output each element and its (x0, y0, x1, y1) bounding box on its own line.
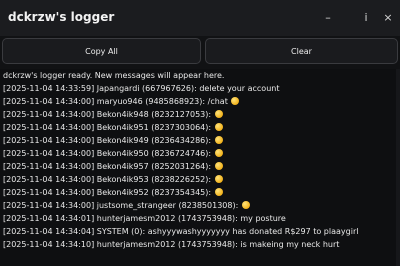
log-line: [2025-11-04 14:34:00] justsome_strangeer… (3, 200, 250, 211)
smiley-emoji-icon (241, 201, 250, 209)
log-line: [2025-11-04 14:34:00] Bekon4ik950 (82367… (3, 148, 223, 159)
copy-all-button[interactable]: Copy All (2, 38, 201, 64)
title-bar: dckrzw's logger – i × (0, 0, 400, 36)
log-line: [2025-11-04 14:34:10] hunterjamesm2012 (… (3, 240, 340, 249)
log-line: [2025-11-04 14:34:00] Bekon4ik957 (82520… (3, 161, 223, 172)
minimize-icon[interactable]: – (318, 9, 338, 27)
log-line: [2025-11-04 14:34:00] maryuo946 (9485868… (3, 96, 240, 107)
log-line: [2025-11-04 14:34:00] Bekon4ik951 (82373… (3, 122, 223, 133)
log-line: [2025-11-04 14:34:00] Bekon4ik953 (82382… (3, 174, 223, 185)
smiley-emoji-icon (214, 162, 223, 170)
info-icon[interactable]: i (356, 9, 376, 27)
smiley-emoji-icon (214, 136, 223, 144)
log-line: [2025-11-04 14:34:04] SYSTEM (0): ashyyy… (3, 227, 359, 236)
log-line: [2025-11-04 14:33:59] Japangardi (667967… (3, 84, 280, 93)
log-line: [2025-11-04 14:34:00] Bekon4ik948 (82321… (3, 109, 223, 120)
log-output[interactable]: dckrzw's logger ready. New messages will… (0, 69, 400, 266)
log-line: [2025-11-04 14:34:01] hunterjamesm2012 (… (3, 214, 286, 223)
smiley-emoji-icon (214, 175, 223, 183)
log-scrollbar[interactable] (396, 69, 400, 266)
clear-button[interactable]: Clear (205, 38, 398, 64)
log-intro: dckrzw's logger ready. New messages will… (3, 71, 225, 80)
window-title: dckrzw's logger (8, 10, 115, 24)
smiley-emoji-icon (214, 149, 223, 157)
smiley-emoji-icon (214, 188, 223, 196)
smiley-emoji-icon (214, 123, 223, 131)
log-line: [2025-11-04 14:34:00] Bekon4ik952 (82373… (3, 187, 223, 198)
toolbar: Copy All Clear (0, 36, 400, 66)
log-line: [2025-11-04 14:34:00] Bekon4ik949 (82364… (3, 135, 223, 146)
smiley-emoji-icon (231, 97, 240, 105)
close-icon[interactable]: × (378, 9, 398, 27)
smiley-emoji-icon (214, 110, 223, 118)
